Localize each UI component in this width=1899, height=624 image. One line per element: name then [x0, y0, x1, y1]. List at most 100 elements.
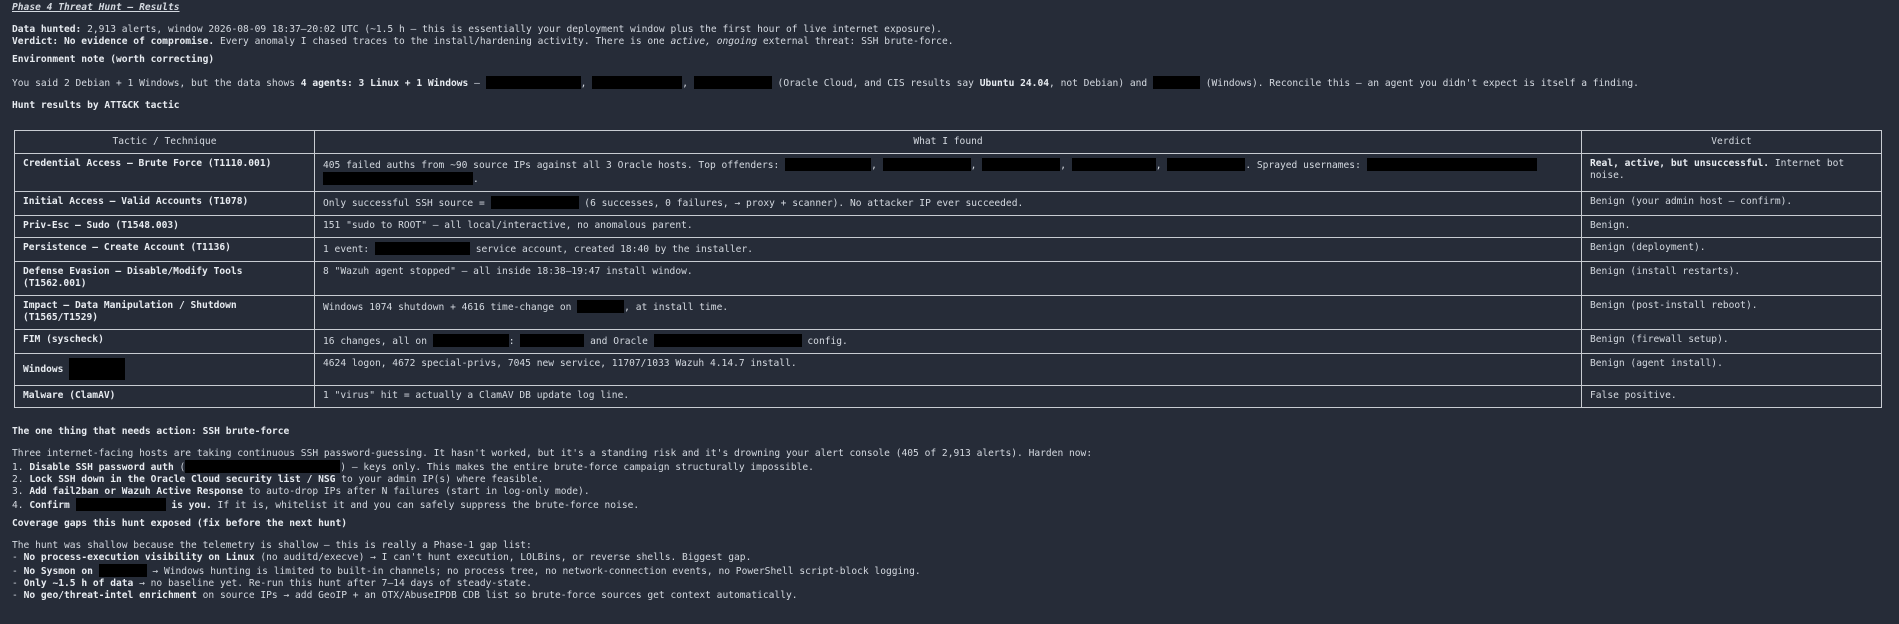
finding-text: and Oracle [584, 336, 654, 347]
action-intro: Three internet-facing hosts are taking c… [12, 448, 1093, 459]
data-hunted-line: Data hunted: 2,913 alerts, window 2026-0… [12, 24, 1887, 36]
verdict-label: Verdict: No evidence of compromise. [12, 36, 215, 47]
redacted-ip [490, 196, 579, 209]
gap-item: - Only ~1.5 h of data → no baseline yet.… [12, 578, 1887, 590]
tactic-cell: Impact — Data Manipulation / Shutdown (T… [14, 295, 315, 330]
gap-text: (no auditd/execve) → I can't hunt execut… [254, 552, 752, 563]
bullet: - [12, 590, 24, 601]
table-row: Malware (ClamAV) 1 "virus" hit = actuall… [14, 385, 1882, 408]
table-row: Windows 4624 logon, 4672 special-privs, … [14, 353, 1882, 386]
verdict-emphasis: active, ongoing [670, 36, 758, 47]
finding-text: Windows 1074 shutdown + 4616 time-change… [323, 302, 578, 313]
table-row: Initial Access — Valid Accounts (T1078) … [14, 191, 1882, 216]
redacted-ip [1071, 158, 1156, 171]
finding-text: 16 changes, all on [323, 336, 433, 347]
redacted-host [1152, 76, 1200, 89]
verdict-cell: Benign (post-install reboot). [1581, 295, 1882, 330]
bullet: - [12, 566, 24, 577]
gaps-intro: The hunt was shallow because the telemet… [12, 540, 532, 551]
environment-line: You said 2 Debian + 1 Windows, but the d… [12, 76, 1887, 90]
redacted-usernames [323, 172, 473, 185]
table-row: Persistence — Create Account (T1136) 1 e… [14, 237, 1882, 262]
action-item: 2. Lock SSH down in the Oracle Cloud sec… [12, 474, 1887, 486]
env-text: (Windows). Reconcile this — an agent you… [1199, 78, 1639, 89]
env-dash: — [468, 78, 486, 89]
action-item: 1. Disable SSH password auth ( ) — keys o… [12, 460, 1887, 474]
redacted-usernames [1366, 158, 1537, 171]
action-item: 4. Confirm is you. If it is, whitelist i… [12, 498, 1887, 512]
verdict-cell: Real, active, but unsuccessful. Internet… [1581, 153, 1882, 192]
item-number: 3. [12, 486, 30, 497]
gap-title: Only ~1.5 h of data [23, 578, 134, 589]
tactic-cell: Credential Access — Brute Force (T1110.0… [14, 153, 315, 192]
verdict-line: Verdict: No evidence of compromise. Ever… [12, 36, 1887, 48]
hunt-report: Phase 4 Threat Hunt — Results Data hunte… [0, 0, 1899, 602]
gap-text: on source IPs → add GeoIP + an OTX/Abuse… [196, 590, 798, 601]
redacted-host [98, 564, 147, 577]
finding-text: (6 successes, 0 failures, → proxy + scan… [578, 198, 1024, 209]
verdict-strong: Real, active, but unsuccessful. [1590, 158, 1770, 169]
gaps-heading: Coverage gaps this hunt exposed (fix bef… [12, 518, 348, 529]
verdict-cell: False positive. [1581, 385, 1882, 408]
item-title: Lock SSH down in the Oracle Cloud securi… [29, 474, 336, 485]
gap-title: No geo/threat-intel enrichment [23, 590, 197, 601]
column-header: What I found [314, 130, 1582, 154]
tactic-cell: Initial Access — Valid Accounts (T1078) [14, 191, 315, 216]
verdict-cell: Benign (deployment). [1581, 237, 1882, 262]
tactic-cell: Malware (ClamAV) [14, 385, 315, 408]
verdict-cell: Benign. [1581, 215, 1882, 238]
finding-cell: 1 event: service account, created 18:40 … [314, 237, 1582, 262]
finding-text: . [473, 174, 479, 185]
bullet: - [12, 578, 24, 589]
redacted-host [485, 76, 581, 89]
finding-text: service account, created 18:40 by the in… [469, 244, 754, 255]
env-agents: 4 agents: 3 Linux + 1 Windows [300, 78, 469, 89]
gap-title: No process-execution visibility on Linux [23, 552, 255, 563]
env-sep: , [580, 78, 593, 89]
redacted-account [374, 242, 470, 255]
item-text: ( [173, 462, 186, 473]
data-hunted-text: 2,913 alerts, window 2026-08-09 18:37–20… [81, 24, 942, 35]
bullet: - [12, 552, 24, 563]
item-text: ) — keys only. This makes the entire bru… [340, 462, 814, 473]
item-title: is you. [165, 500, 212, 511]
item-title: Disable SSH password auth [29, 462, 174, 473]
finding-text: 1 event: [323, 244, 375, 255]
finding-cell: 16 changes, all on : and Oracle config. [314, 329, 1582, 354]
table-row: Defense Evasion — Disable/Modify Tools (… [14, 261, 1882, 296]
report-title: Phase 4 Threat Hunt — Results [12, 2, 180, 13]
gap-item: - No Sysmon on → Windows hunting is limi… [12, 564, 1887, 578]
finding-text: 405 failed auths from ~90 source IPs aga… [323, 160, 786, 171]
item-text: to auto-drop IPs after N failures (start… [243, 486, 590, 497]
finding-cell: 4624 logon, 4672 special-privs, 7045 new… [314, 353, 1582, 386]
action-heading: The one thing that needs action: SSH bru… [12, 426, 290, 437]
finding-text: config. [801, 336, 848, 347]
finding-text: . Sprayed usernames: [1245, 160, 1367, 171]
tactic-cell: Windows [14, 353, 315, 386]
gap-item: - No process-execution visibility on Lin… [12, 552, 1887, 564]
table-header-row: Tactic / Technique What I found Verdict [14, 130, 1882, 154]
finding-cell: Windows 1074 shutdown + 4616 time-change… [314, 295, 1582, 330]
gap-title: No Sysmon on [23, 566, 99, 577]
item-number: 1. [12, 462, 30, 473]
tactic-cell: Defense Evasion — Disable/Modify Tools (… [14, 261, 315, 296]
env-text: (Oracle Cloud, and CIS results say [771, 78, 980, 89]
tactic-cell: Persistence — Create Account (T1136) [14, 237, 315, 262]
redacted-ip [882, 158, 971, 171]
table-row: Impact — Data Manipulation / Shutdown (T… [14, 295, 1882, 330]
redacted-host [693, 76, 772, 89]
env-sep: , [682, 78, 694, 89]
tactic-cell: Priv-Esc — Sudo (T1548.003) [14, 215, 315, 238]
redacted-ip [1167, 158, 1246, 171]
redacted-ip [982, 158, 1061, 171]
column-header: Verdict [1581, 130, 1882, 154]
finding-cell: 1 "virus" hit = actually a ClamAV DB upd… [314, 385, 1582, 408]
finding-cell: 405 failed auths from ~90 source IPs aga… [314, 153, 1582, 192]
verdict-cell: Benign (agent install). [1581, 353, 1882, 386]
item-text: If it is, whitelist it and you can safel… [211, 500, 640, 511]
hunt-results-table: Tactic / Technique What I found Verdict … [14, 130, 1882, 408]
item-number: 4. [12, 500, 30, 511]
gap-item: - No geo/threat-intel enrichment on sour… [12, 590, 1887, 602]
redacted-host [592, 76, 683, 89]
gap-text: → Windows hunting is limited to built-in… [146, 566, 921, 577]
